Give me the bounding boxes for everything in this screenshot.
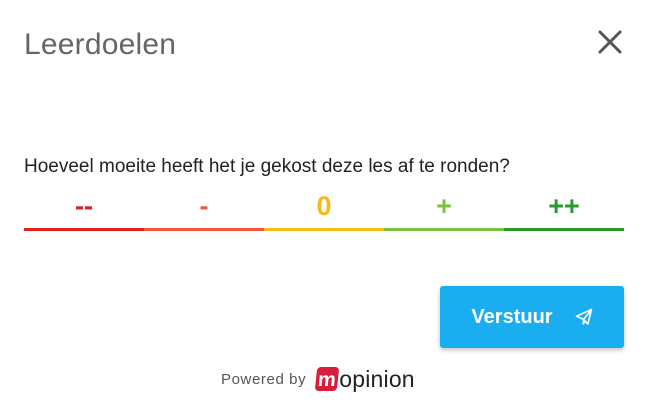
mopinion-logo-mark: m xyxy=(314,367,340,391)
mopinion-wordmark: opinion xyxy=(339,365,415,392)
rating-bar xyxy=(384,228,504,231)
rating-option-neutral[interactable]: 0 xyxy=(264,190,384,234)
mopinion-logo: m opinion xyxy=(314,365,415,393)
close-button[interactable] xyxy=(594,26,626,58)
rating-scale: -- - 0 + ++ xyxy=(24,190,624,234)
feedback-dialog: Leerdoelen Hoeveel moeite heeft het je g… xyxy=(0,0,650,404)
rating-option-positive[interactable]: + xyxy=(384,190,504,234)
rating-option-very-positive[interactable]: ++ xyxy=(504,190,624,234)
rating-label: -- xyxy=(75,191,93,221)
submit-button[interactable]: Verstuur xyxy=(440,286,624,348)
rating-bar xyxy=(264,228,384,231)
powered-by-link[interactable]: Powered by m opinion xyxy=(221,364,415,394)
submit-label: Verstuur xyxy=(471,305,553,328)
rating-label: - xyxy=(199,191,209,221)
rating-bar xyxy=(504,228,624,231)
rating-option-negative[interactable]: - xyxy=(144,190,264,234)
rating-bar xyxy=(144,228,264,231)
dialog-title: Leerdoelen xyxy=(24,28,177,61)
question-text: Hoeveel moeite heeft het je gekost deze … xyxy=(24,156,510,177)
rating-label: + xyxy=(436,191,452,221)
powered-by-text: Powered by xyxy=(221,370,307,388)
rating-bar xyxy=(24,228,144,231)
rating-label: ++ xyxy=(548,191,580,221)
rating-label: 0 xyxy=(316,191,332,221)
close-icon xyxy=(598,30,622,54)
rating-option-very-negative[interactable]: -- xyxy=(24,190,144,234)
paper-plane-icon xyxy=(575,308,593,326)
